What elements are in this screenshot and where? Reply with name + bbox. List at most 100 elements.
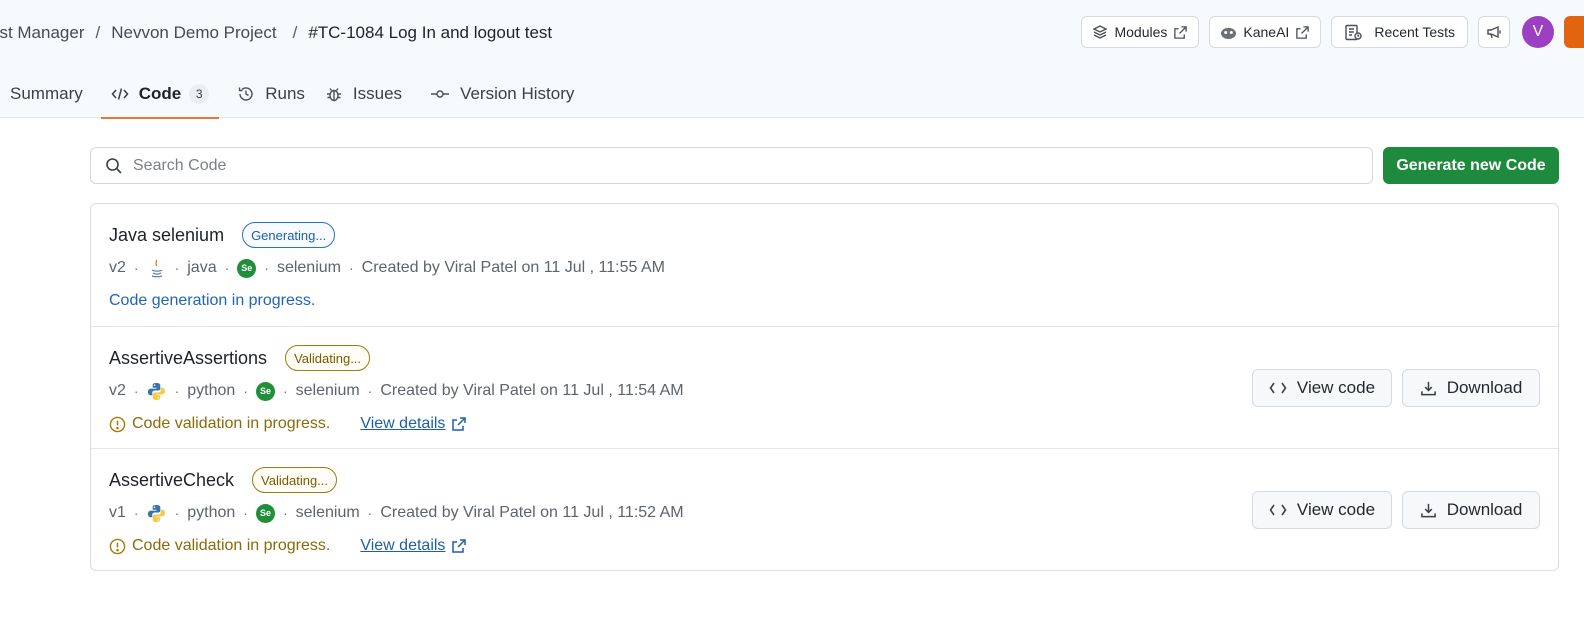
code-title-row: Java selenium Generating... [109,222,336,248]
code-name[interactable]: Java selenium [109,225,224,246]
kaneai-button[interactable]: KaneAI [1209,16,1322,48]
download-label: Download [1446,378,1523,397]
row-actions: View code Download [1252,491,1540,529]
separator-dot: · [264,260,269,276]
external-link-icon [1174,25,1188,39]
framework-label: selenium [295,382,360,399]
status-message-row: Code validation in progress. View detail… [109,537,473,555]
code-meta: v1 · · python · Se · selenium · Created … [109,503,684,523]
code-meta: v2 · · java · Se · selenium · Created by… [109,258,665,278]
created-by-label: Created by Viral Patel on 11 Jul , 11:55… [361,259,665,276]
external-link-icon [1296,25,1310,39]
created-by-label: Created by Viral Patel on 11 Jul , 11:52… [380,504,684,521]
recent-tests-label: Recent Tests [1374,24,1455,40]
kaneai-icon [1221,27,1237,39]
status-message: Code validation in progress. [132,415,331,432]
selenium-icon: Se [237,258,257,278]
recent-tests-button[interactable]: Recent Tests [1331,16,1468,48]
separator-dot: · [174,260,180,276]
commit-icon [431,90,450,98]
megaphone-icon [1487,25,1501,39]
status-badge: Validating... [285,345,371,371]
python-icon [147,381,167,401]
view-code-button[interactable]: View code [1252,369,1392,407]
tab-version-history[interactable]: Version History [420,70,584,118]
view-details-link[interactable]: View details [360,537,473,555]
breadcrumb-test-manager[interactable]: est Manager [0,23,85,43]
view-code-label: View code [1296,378,1376,397]
search-input[interactable] [133,156,1333,175]
layers-icon [1092,25,1109,39]
status-message: Code generation in progress. [109,292,316,309]
tab-runs[interactable]: Runs [227,70,315,118]
code-title-row: AssertiveAssertions Validating... [109,345,371,371]
separator-dot: · [282,505,288,521]
status-badge: Generating... [242,222,336,248]
code-name[interactable]: AssertiveAssertions [109,348,267,369]
search-box[interactable] [90,147,1373,184]
modules-button[interactable]: Modules [1081,16,1200,48]
selenium-icon: Se [255,503,275,523]
warning-circle-icon [109,538,126,554]
code-list-item: Java selenium Generating... v2 · · java … [91,204,1558,326]
tab-code[interactable]: Code 3 [100,70,220,119]
separator-dot: · [348,260,354,276]
generate-new-code-button[interactable]: Generate new Code [1383,147,1559,184]
version-label: v1 [109,504,126,521]
avatar[interactable]: V [1522,16,1554,48]
tab-issues-label: Issues [352,84,403,103]
download-icon [1420,503,1436,517]
code-icon [1269,382,1287,394]
view-details-label: View details [360,415,446,432]
breadcrumb-project[interactable]: Nevvon Demo Project [111,23,276,43]
tab-version-history-label: Version History [460,84,575,103]
separator-dot: · [367,505,373,521]
separator-dot: · [224,260,230,276]
created-by-label: Created by Viral Patel on 11 Jul , 11:54… [380,382,684,399]
recent-tests-icon [1345,24,1363,40]
search-icon [106,157,122,174]
tab-summary[interactable]: Summary [0,70,93,118]
code-icon [111,88,129,100]
code-title-row: AssertiveCheck Validating... [109,467,338,493]
external-link-icon [452,417,467,431]
code-list: Java selenium Generating... v2 · · java … [90,203,1559,571]
status-message-row: Code validation in progress. View detail… [109,415,473,433]
separator-dot: · [174,383,180,399]
view-code-label: View code [1296,500,1376,519]
breadcrumb-separator: / [95,23,101,42]
breadcrumb: est Manager / Nevvon Demo Project / #TC-… [0,22,552,44]
separator-dot: · [174,505,180,521]
page-title: #TC-1084 Log In and logout test [308,23,553,42]
kaneai-label: KaneAI [1243,24,1290,40]
view-details-label: View details [360,537,446,554]
view-code-button[interactable]: View code [1252,491,1392,529]
warning-circle-icon [109,416,126,432]
download-button[interactable]: Download [1402,369,1540,407]
breadcrumb-separator: / [292,23,298,42]
language-label: java [187,259,217,276]
separator-dot: · [282,383,288,399]
tab-code-label: Code [138,84,182,103]
tab-code-count: 3 [189,84,210,104]
tab-issues[interactable]: Issues [315,70,412,118]
framework-label: selenium [276,259,341,276]
code-name[interactable]: AssertiveCheck [109,470,234,491]
view-details-link[interactable]: View details [360,415,473,433]
status-message: Code validation in progress. [132,537,331,554]
tab-summary-label: Summary [10,84,83,103]
row-actions: View code Download [1252,369,1540,407]
code-meta: v2 · · python · Se · selenium · Created … [109,381,684,401]
version-label: v2 [109,259,126,276]
language-label: python [187,382,236,399]
page-header: est Manager / Nevvon Demo Project / #TC-… [0,0,1584,119]
announcements-button[interactable] [1478,16,1510,48]
version-label: v2 [109,382,126,399]
java-icon [147,258,167,278]
code-icon [1269,504,1287,516]
download-button[interactable]: Download [1402,491,1540,529]
upgrade-button[interactable] [1564,16,1584,48]
download-label: Download [1446,500,1523,519]
download-icon [1420,381,1436,395]
history-icon [239,87,253,101]
